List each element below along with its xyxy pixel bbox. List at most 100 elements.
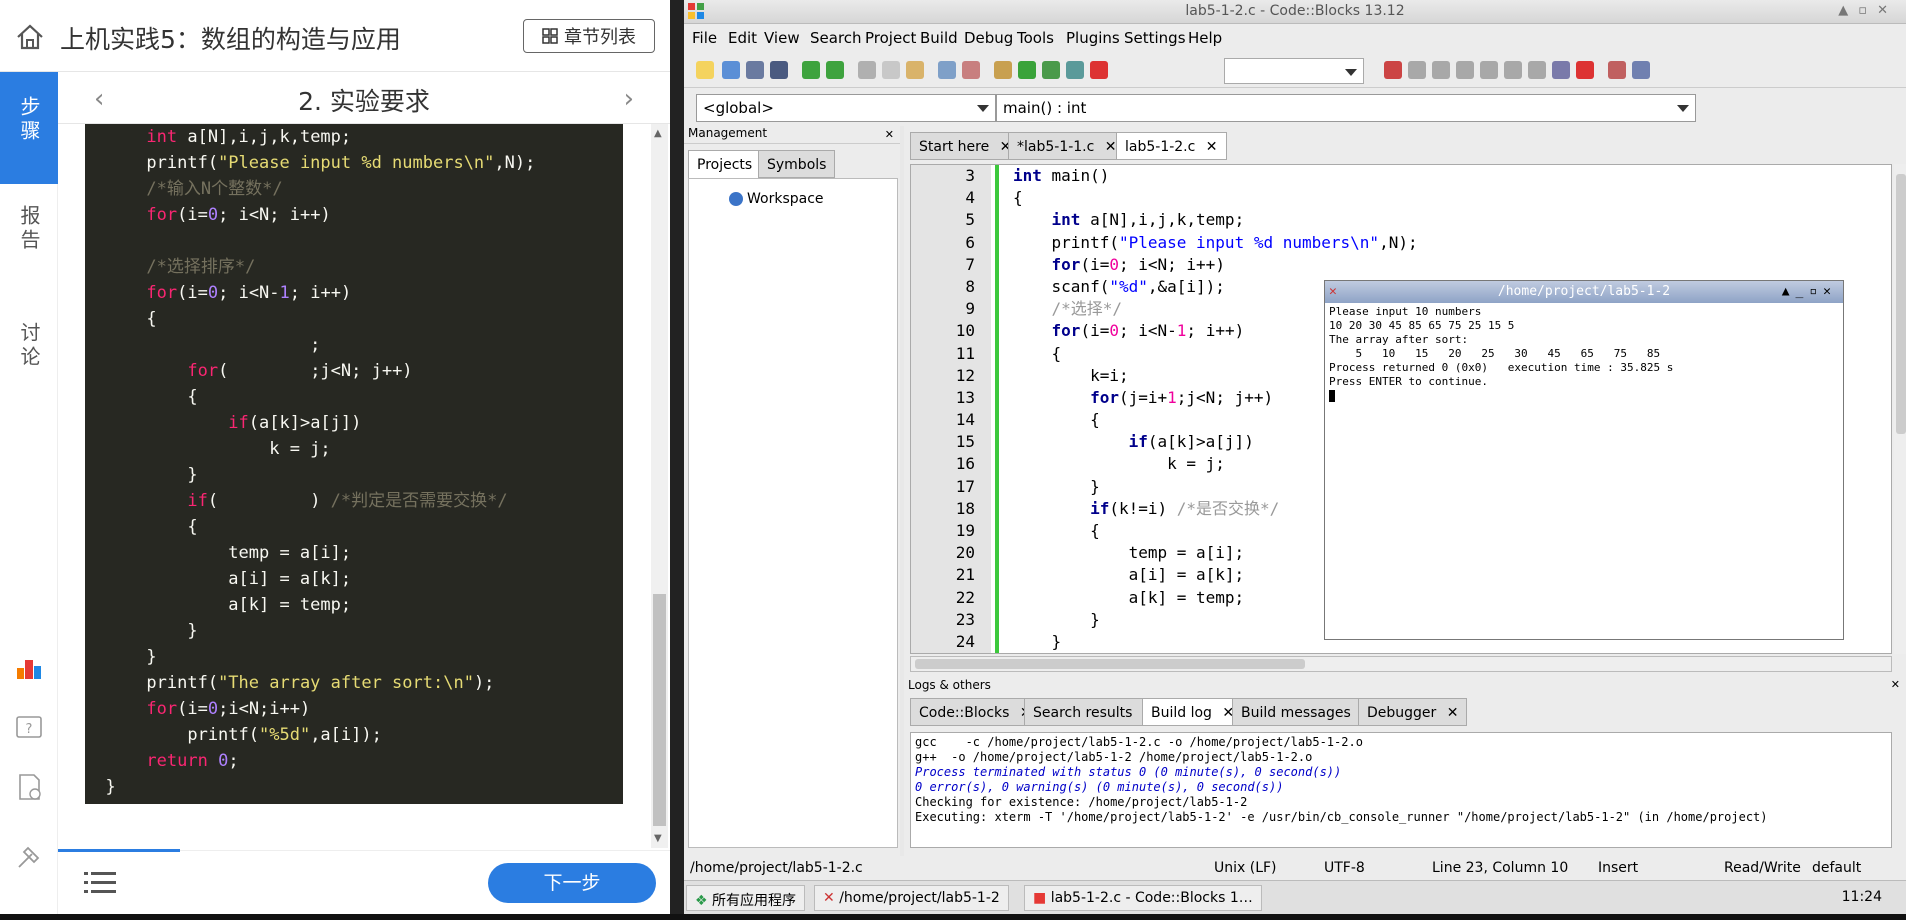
tab-discussion[interactable]: 讨论	[0, 322, 58, 379]
close-icon[interactable]: ✕	[885, 128, 894, 141]
build-target-select[interactable]	[1224, 58, 1364, 84]
ranking-icon[interactable]	[14, 652, 44, 682]
build-run-icon[interactable]	[1042, 61, 1060, 79]
tab-lab5-1-2[interactable]: lab5-1-2.c ✕	[1116, 132, 1227, 160]
tab-start-here[interactable]: Start here ✕	[910, 132, 1021, 160]
menu-search[interactable]: Search	[810, 29, 862, 47]
scroll-up-icon[interactable]: ▲	[654, 128, 662, 139]
tab-build-log[interactable]: Build log ✕	[1142, 698, 1244, 726]
save-icon[interactable]	[746, 61, 764, 79]
scroll-down-icon[interactable]: ▼	[654, 833, 662, 844]
rebuild-icon[interactable]	[1066, 61, 1084, 79]
copy-icon[interactable]	[882, 61, 900, 79]
next-instruction-icon[interactable]	[1504, 61, 1522, 79]
close-icon[interactable]: ✕	[1891, 678, 1900, 691]
stop-debug-icon[interactable]	[1576, 61, 1594, 79]
course-panel: 上机实践5：数组的构造与应用 章节列表 步骤 报告 讨论 ? ‹ 2. 实验要求…	[0, 0, 670, 920]
tab-lab5-1-1[interactable]: *lab5-1-1.c ✕	[1008, 132, 1126, 160]
menu-build[interactable]: Build	[920, 29, 958, 47]
terminal-icon: ✕	[823, 890, 835, 906]
code-line: for(i=0; i<N; i++)	[146, 205, 331, 225]
step-out-icon[interactable]	[1480, 61, 1498, 79]
abort-icon[interactable]	[1090, 61, 1108, 79]
terminal-window[interactable]: ✕ /home/project/lab5-1-2 ▲_▫✕ Please inp…	[1324, 280, 1844, 640]
code-line: for( ;j<N; j++)	[187, 361, 413, 381]
workspace-item[interactable]: Workspace	[729, 191, 824, 207]
tools-icon[interactable]	[14, 842, 44, 872]
code-line: k = j;	[85, 439, 331, 459]
apps-menu-button[interactable]: ❖ 所有应用程序	[686, 885, 806, 911]
vertical-scrollbar[interactable]	[1894, 164, 1906, 654]
step-into-icon[interactable]	[1456, 61, 1474, 79]
function-select[interactable]: main() : int	[996, 94, 1696, 122]
question-icon[interactable]: ?	[14, 712, 44, 742]
tab-debugger[interactable]: Debugger ✕	[1358, 698, 1468, 726]
build-icon[interactable]	[994, 61, 1012, 79]
bottom-strip	[0, 914, 1906, 920]
menu-settings[interactable]: Settings	[1124, 29, 1186, 47]
new-file-icon[interactable]	[696, 61, 714, 79]
clock: 11:24	[1841, 889, 1882, 905]
replace-icon[interactable]	[962, 61, 980, 79]
tab-projects[interactable]: Projects	[688, 150, 762, 178]
project-tree: Workspace	[688, 178, 898, 848]
debug-windows-icon[interactable]	[1608, 61, 1626, 79]
instruction-code-block: int a[N],i,j,k,temp; printf("Please inpu…	[85, 124, 623, 804]
menu-tools[interactable]: Tools	[1017, 29, 1054, 47]
toolbar	[684, 52, 1906, 88]
code-line: {	[85, 387, 198, 407]
save-all-icon[interactable]	[770, 61, 788, 79]
undo-icon[interactable]	[802, 61, 820, 79]
redo-icon[interactable]	[826, 61, 844, 79]
menu-project[interactable]: Project	[865, 29, 916, 47]
next-arrow-icon[interactable]: ›	[624, 84, 634, 114]
course-title: 上机实践5：数组的构造与应用	[60, 25, 401, 54]
code-line: printf("The array after sort:\n");	[85, 673, 495, 693]
line-number: 19	[955, 521, 975, 540]
window-controls[interactable]: ▲▫✕	[1838, 3, 1898, 18]
status-default: default	[1812, 860, 1862, 876]
pause-icon[interactable]	[1552, 61, 1570, 79]
home-icon[interactable]	[16, 24, 44, 50]
run-to-cursor-icon[interactable]	[1408, 61, 1426, 79]
terminal-cursor	[1329, 390, 1335, 402]
run-icon[interactable]	[1018, 61, 1036, 79]
menu-edit[interactable]: Edit	[728, 29, 757, 47]
debug-icon[interactable]	[1384, 61, 1402, 79]
taskbar-terminal[interactable]: ✕ /home/project/lab5-1-2	[814, 885, 1009, 911]
terminal-output: Please input 10 numbers 10 20 30 45 85 6…	[1325, 303, 1843, 405]
find-icon[interactable]	[938, 61, 956, 79]
step-instruction-icon[interactable]	[1528, 61, 1546, 79]
tab-symbols[interactable]: Symbols	[758, 150, 836, 178]
line-number: 5	[965, 210, 975, 230]
svg-text:?: ?	[26, 722, 33, 737]
xterm-icon: ✕	[1329, 284, 1337, 299]
terminal-controls[interactable]: ▲_▫✕	[1782, 281, 1837, 303]
open-icon[interactable]	[722, 61, 740, 79]
scope-select[interactable]: <global>	[696, 94, 996, 122]
info-icon[interactable]	[1632, 61, 1650, 79]
line-number: 8	[965, 276, 975, 296]
scroll-thumb[interactable]	[653, 594, 666, 826]
menu-debug[interactable]: Debug	[964, 29, 1013, 47]
next-step-button[interactable]: 下一步	[488, 863, 656, 903]
next-line-icon[interactable]	[1432, 61, 1450, 79]
cut-icon[interactable]	[858, 61, 876, 79]
menu-plugins[interactable]: Plugins	[1066, 29, 1120, 47]
chapter-list-button[interactable]: 章节列表	[523, 19, 655, 53]
log-line: 0 error(s), 0 warning(s) (0 minute(s), 0…	[915, 780, 1284, 794]
grid-icon	[542, 28, 558, 44]
taskbar-codeblocks[interactable]: ■ lab5-1-2.c - Code::Blocks 1…	[1024, 885, 1262, 911]
tab-report[interactable]: 报告	[0, 205, 58, 262]
paste-icon[interactable]	[906, 61, 924, 79]
list-icon[interactable]	[84, 869, 116, 897]
menu-help[interactable]: Help	[1188, 29, 1222, 47]
menu-view[interactable]: View	[764, 29, 800, 47]
document-icon[interactable]	[14, 772, 44, 802]
menu-file[interactable]: File	[692, 29, 717, 47]
close-tab-icon: ✕	[1104, 139, 1117, 155]
left-scrollbar[interactable]: ▲ ▼	[651, 124, 668, 848]
tab-codeblocks-log[interactable]: Code::Blocks ✕	[910, 698, 1041, 726]
tab-steps[interactable]: 步骤	[0, 72, 58, 184]
horizontal-scrollbar[interactable]	[910, 656, 1892, 672]
